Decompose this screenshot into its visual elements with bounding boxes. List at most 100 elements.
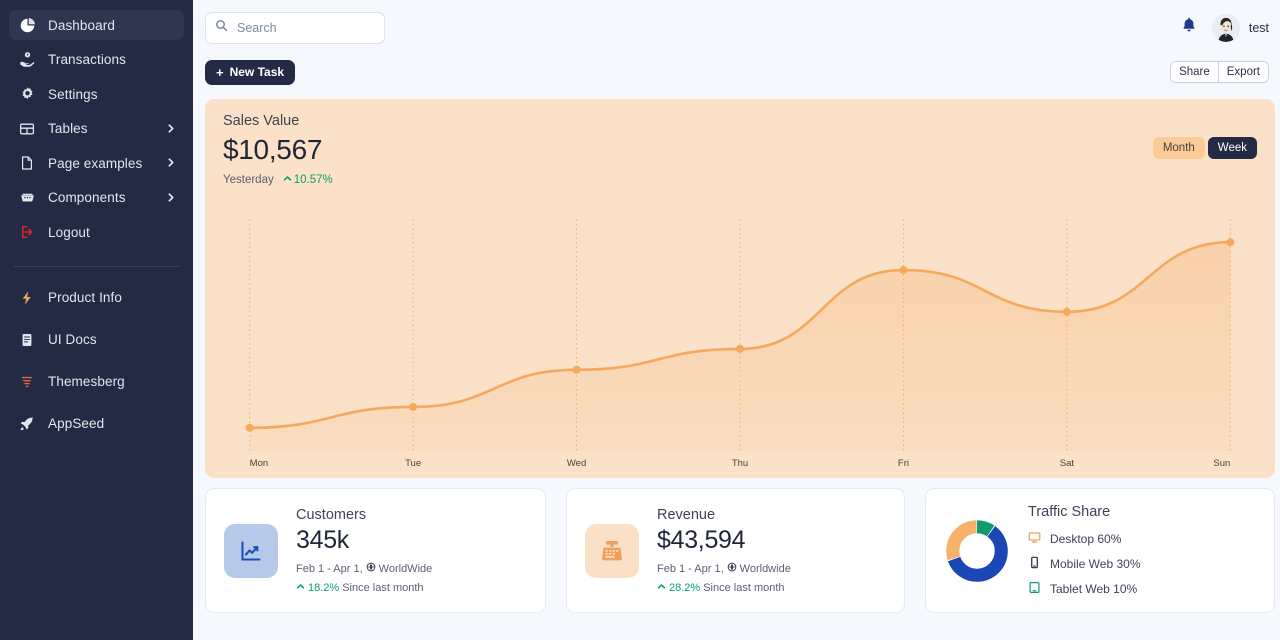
sidebar-item-page-examples[interactable]: Page examples xyxy=(9,148,184,178)
card-delta: 28.2% Since last month xyxy=(657,582,886,594)
donut-chart-svg xyxy=(945,519,1009,583)
chart-x-label: Tue xyxy=(405,458,421,469)
chart-x-label: Sun xyxy=(1213,458,1230,469)
globe-icon xyxy=(727,562,737,575)
sidebar-item-ui-docs[interactable]: UI Docs xyxy=(9,325,184,355)
search-wrapper xyxy=(205,12,385,44)
desktop-icon xyxy=(1028,531,1041,547)
cash-register-icon xyxy=(585,524,639,578)
revenue-card-body: Revenue $43,594 Feb 1 - Apr 1, Worldwide xyxy=(657,507,886,594)
hand-coin-icon xyxy=(18,51,36,69)
card-range-text: Feb 1 - Apr 1, xyxy=(296,563,363,575)
chart-data-point[interactable] xyxy=(246,424,254,432)
bell-icon[interactable] xyxy=(1180,16,1198,39)
share-export-group: Share Export xyxy=(1170,61,1269,83)
themesberg-icon xyxy=(18,373,36,391)
search-input[interactable] xyxy=(205,12,385,44)
card-scope: WorldWide xyxy=(379,563,433,575)
pie-chart-icon xyxy=(18,16,36,34)
traffic-legend-label: Tablet Web 10% xyxy=(1050,582,1137,596)
chart-x-label: Sat xyxy=(1060,458,1074,469)
new-task-button[interactable]: + New Task xyxy=(205,60,295,85)
chart-data-point[interactable] xyxy=(1226,238,1234,246)
chevron-right-icon xyxy=(166,156,176,171)
sidebar-item-label: Page examples xyxy=(48,156,142,171)
sidebar-item-dashboard[interactable]: Dashboard xyxy=(9,10,184,40)
card-delta-value: 28.2% xyxy=(669,582,700,594)
chart-data-point[interactable] xyxy=(899,266,907,274)
revenue-card: Revenue $43,594 Feb 1 - Apr 1, Worldwide xyxy=(566,488,905,613)
chart-x-label: Thu xyxy=(732,458,748,469)
plus-icon: + xyxy=(216,66,224,79)
card-value: $43,594 xyxy=(657,526,886,555)
sidebar-item-transactions[interactable]: Transactions xyxy=(9,45,184,75)
sales-line-chart: Mon Tue Wed Thu Fri Sat Sun xyxy=(205,207,1275,478)
topbar: test xyxy=(193,0,1280,55)
sidebar-item-label: Themesberg xyxy=(48,374,125,389)
book-icon xyxy=(18,331,36,349)
card-delta-value: 18.2% xyxy=(308,582,339,594)
export-button[interactable]: Export xyxy=(1218,62,1268,82)
arrow-up-icon xyxy=(283,174,292,186)
sidebar-item-themesberg[interactable]: Themesberg xyxy=(9,367,184,397)
chart-x-label: Wed xyxy=(567,458,586,469)
sales-card-value: $10,567 xyxy=(223,134,1257,166)
sidebar-item-settings[interactable]: Settings xyxy=(9,79,184,109)
card-delta-suffix: Since last month xyxy=(703,582,784,594)
mobile-icon xyxy=(1028,556,1041,572)
card-delta-suffix: Since last month xyxy=(342,582,423,594)
toggle-month-button[interactable]: Month xyxy=(1153,137,1205,159)
dashboard-app: Dashboard Transactions Settings Tables xyxy=(0,0,1280,640)
globe-icon xyxy=(366,562,376,575)
period-toggle-group: Month Week xyxy=(1153,137,1257,159)
sidebar-divider xyxy=(14,266,179,267)
card-range: Feb 1 - Apr 1, Worldwide xyxy=(657,562,886,575)
toggle-week-button[interactable]: Week xyxy=(1208,137,1257,159)
lightning-icon xyxy=(18,289,36,307)
customers-card: Customers 345k Feb 1 - Apr 1, WorldWide xyxy=(205,488,546,613)
user-menu[interactable]: test xyxy=(1212,14,1269,42)
sidebar-item-components[interactable]: Components xyxy=(9,183,184,213)
chart-x-label: Fri xyxy=(898,458,909,469)
chart-data-point[interactable] xyxy=(736,345,744,353)
username-label: test xyxy=(1249,21,1269,35)
sidebar-item-logout[interactable]: Logout xyxy=(9,217,184,247)
avatar xyxy=(1212,14,1240,42)
sidebar-item-tables[interactable]: Tables xyxy=(9,114,184,144)
sales-chart-svg xyxy=(205,207,1275,478)
chart-data-point[interactable] xyxy=(409,403,417,411)
card-range: Feb 1 - Apr 1, WorldWide xyxy=(296,562,527,575)
sales-delta: 10.57% xyxy=(283,174,333,186)
traffic-legend-item: Tablet Web 10% xyxy=(1028,581,1256,597)
sidebar-item-product-info[interactable]: Product Info xyxy=(9,283,184,313)
chart-up-icon xyxy=(224,524,278,578)
sales-delta-value: 10.57% xyxy=(294,174,333,186)
sidebar-item-label: Settings xyxy=(48,87,98,102)
card-title: Traffic Share xyxy=(1028,504,1256,520)
card-value: 345k xyxy=(296,526,527,555)
chart-x-axis-labels: Mon Tue Wed Thu Fri Sat Sun xyxy=(205,458,1275,470)
document-icon xyxy=(18,154,36,172)
share-button[interactable]: Share xyxy=(1171,62,1218,82)
logout-icon xyxy=(18,223,36,241)
customers-card-body: Customers 345k Feb 1 - Apr 1, WorldWide xyxy=(296,507,527,594)
stats-cards-row: Customers 345k Feb 1 - Apr 1, WorldWide xyxy=(205,488,1275,613)
chart-data-point[interactable] xyxy=(572,366,580,374)
chart-x-label: Mon xyxy=(250,458,268,469)
sidebar-item-label: UI Docs xyxy=(48,332,97,347)
card-delta: 18.2% Since last month xyxy=(296,582,527,594)
sidebar-item-label: Tables xyxy=(48,121,88,136)
sidebar-item-appseed[interactable]: AppSeed xyxy=(9,409,184,439)
action-row: + New Task Share Export xyxy=(193,55,1280,89)
card-title: Revenue xyxy=(657,507,886,523)
card-scope: Worldwide xyxy=(740,563,791,575)
topbar-right: test xyxy=(1180,14,1269,42)
main-content: test + New Task Share Export Sales Value… xyxy=(193,0,1280,640)
traffic-share-body: Traffic Share Desktop 60%Mobile Web 30%T… xyxy=(1028,504,1256,597)
sales-card-title: Sales Value xyxy=(223,113,1257,129)
traffic-legend-item: Desktop 60% xyxy=(1028,531,1256,547)
chart-data-point[interactable] xyxy=(1063,308,1071,316)
sidebar-item-label: Transactions xyxy=(48,52,126,67)
table-icon xyxy=(18,120,36,138)
traffic-share-card: Traffic Share Desktop 60%Mobile Web 30%T… xyxy=(925,488,1275,613)
